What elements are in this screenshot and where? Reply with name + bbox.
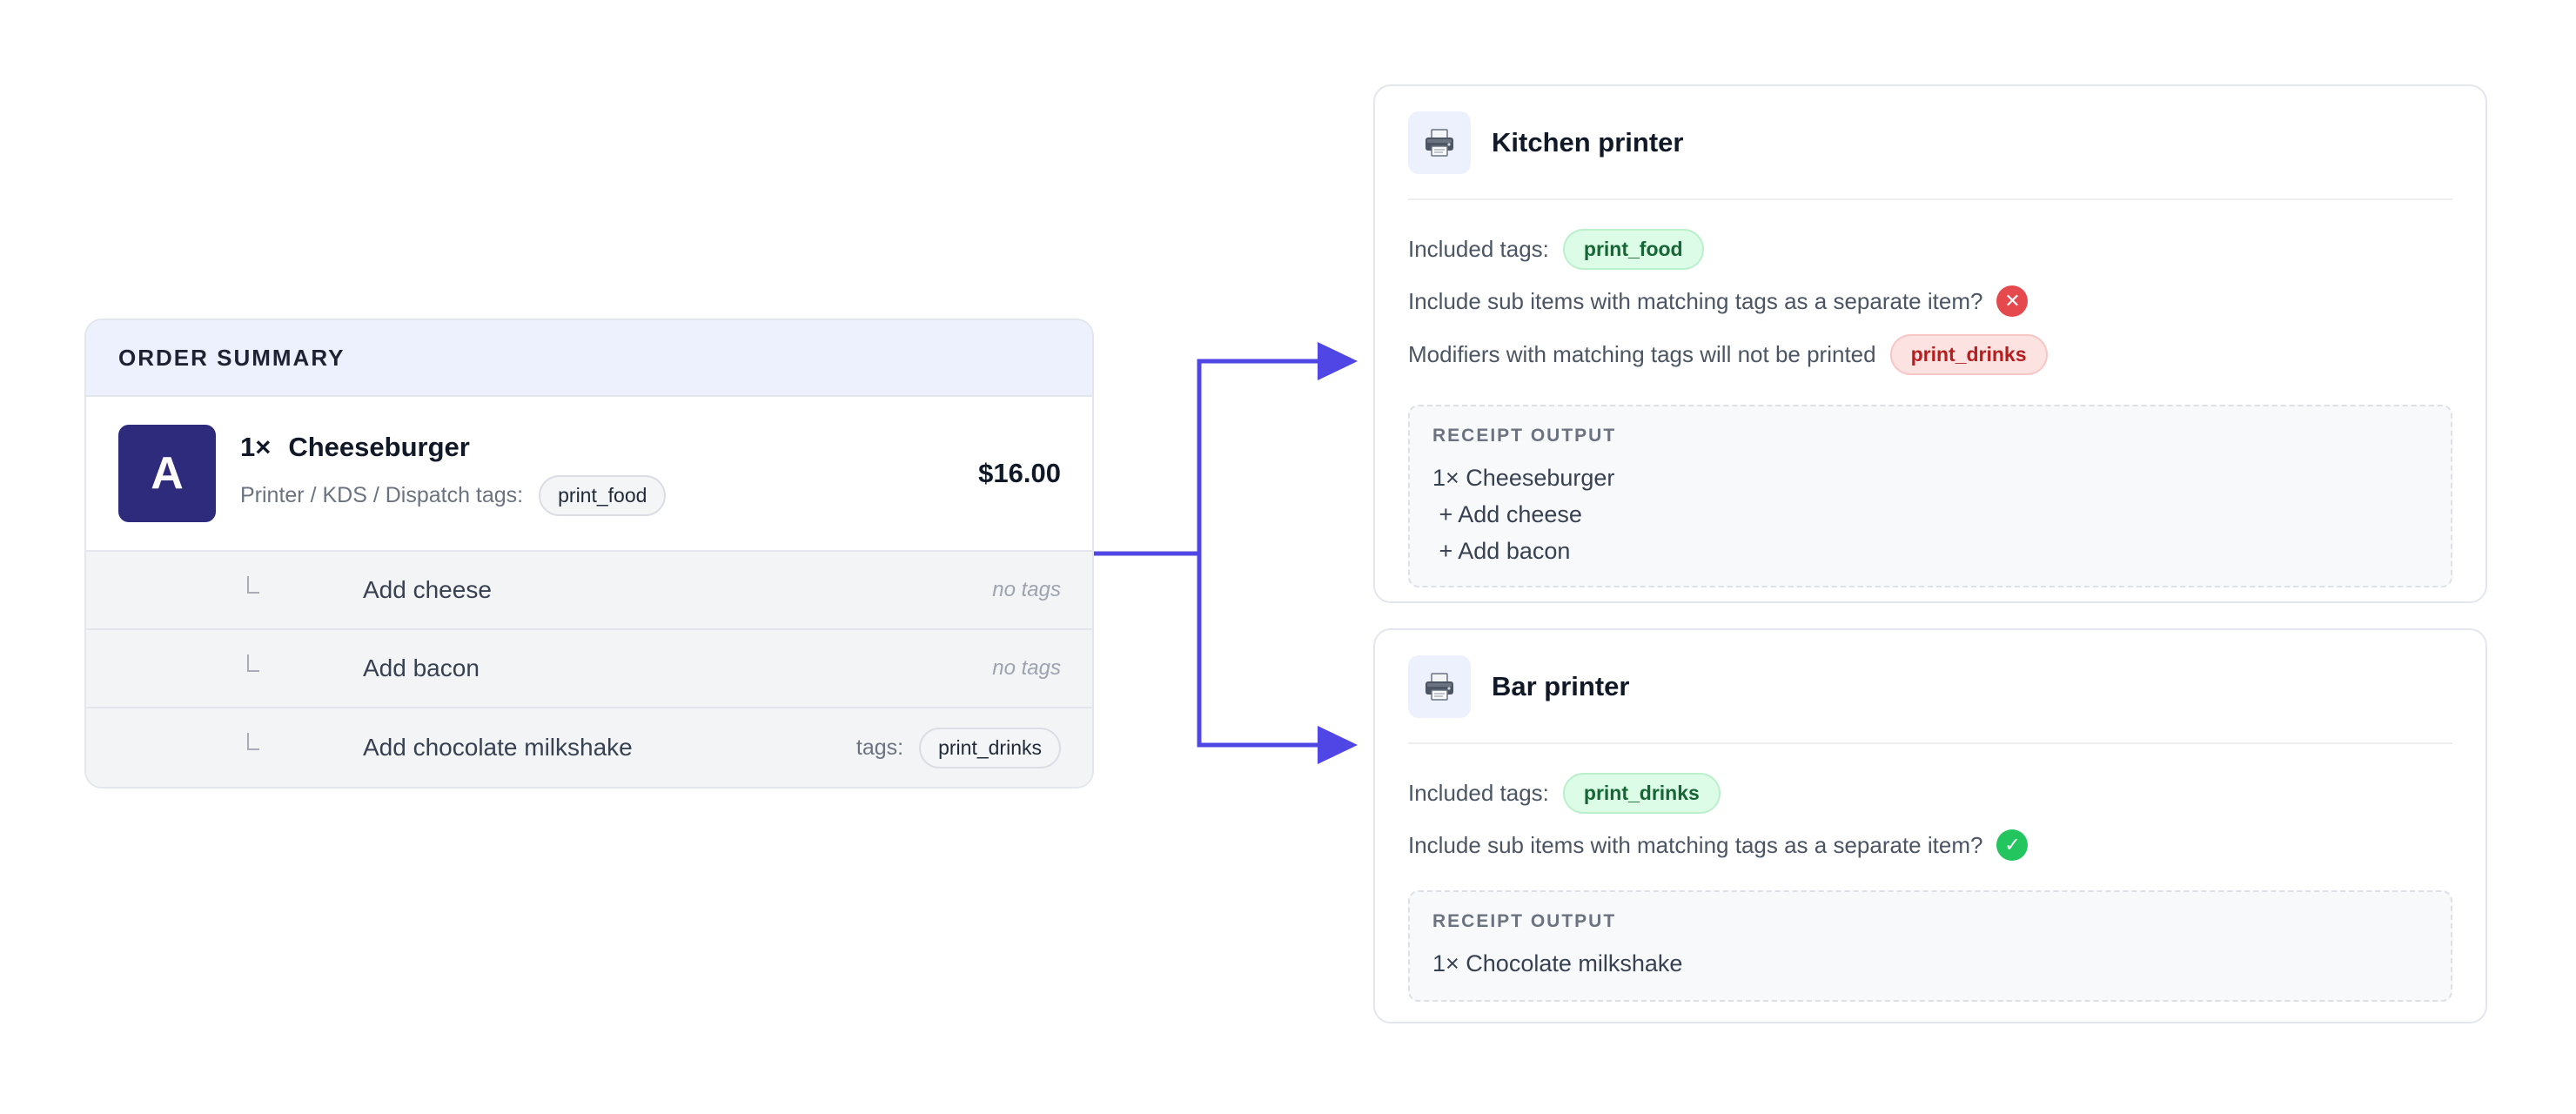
separate-item-question: Include sub items with matching tags as …	[1408, 287, 1983, 314]
kitchen-receipt-output: RECEIPT OUTPUT 1× Cheeseburger + Add che…	[1408, 405, 2452, 587]
bar-printer-card: Bar printer Included tags: print_drinks …	[1373, 628, 2487, 1023]
receipt-line: + Add bacon	[1432, 538, 1571, 564]
arrowhead-kitchen	[1318, 342, 1358, 380]
arrow-to-kitchen	[1197, 359, 1323, 554]
included-tags-label: Included tags:	[1408, 236, 1549, 262]
included-tags-label: Included tags:	[1408, 780, 1549, 806]
bar-printer-header: Bar printer	[1408, 630, 2452, 744]
arrow-to-bar	[1197, 554, 1323, 748]
printer-icon	[1408, 654, 1471, 718]
modifier-note-text: Modifiers with matching tags will not be…	[1408, 341, 1876, 367]
excluded-tag-badge: print_drinks	[1889, 334, 2048, 375]
check-circle-icon: ✓	[1996, 829, 2029, 861]
included-tag-badge: print_food	[1562, 229, 1704, 270]
bar-separate-item-setting: Include sub items with matching tags as …	[1408, 829, 2452, 861]
stage: ORDER SUMMARY A 1× Cheeseburger Printer …	[0, 0, 2576, 1114]
receipt-line: 1× Chocolate milkshake	[1432, 950, 1683, 976]
bar-included-tags: Included tags: print_drinks	[1408, 773, 2452, 814]
kitchen-included-tags: Included tags: print_food	[1408, 229, 2452, 270]
arrowhead-bar	[1318, 726, 1358, 764]
receipt-line: 1× Cheeseburger	[1432, 465, 1615, 491]
receipt-output-label: RECEIPT OUTPUT	[1432, 426, 1617, 446]
bar-printer-title: Bar printer	[1492, 670, 1630, 701]
kitchen-printer-header: Kitchen printer	[1408, 86, 2452, 200]
x-circle-icon: ✕	[1996, 285, 2029, 317]
separate-item-question: Include sub items with matching tags as …	[1408, 831, 1983, 858]
receipt-line: + Add cheese	[1432, 501, 1582, 527]
included-tag-badge: print_drinks	[1562, 773, 1721, 814]
kitchen-modifier-note: Modifiers with matching tags will not be…	[1408, 334, 2452, 375]
bar-receipt-output: RECEIPT OUTPUT 1× Chocolate milkshake	[1408, 890, 2452, 1002]
printer-icon	[1408, 111, 1471, 174]
kitchen-printer-title: Kitchen printer	[1492, 126, 1684, 158]
kitchen-printer-card: Kitchen printer Included tags: print_foo…	[1373, 84, 2487, 603]
receipt-output-label: RECEIPT OUTPUT	[1432, 911, 1617, 931]
kitchen-separate-item-setting: Include sub items with matching tags as …	[1408, 285, 2452, 317]
